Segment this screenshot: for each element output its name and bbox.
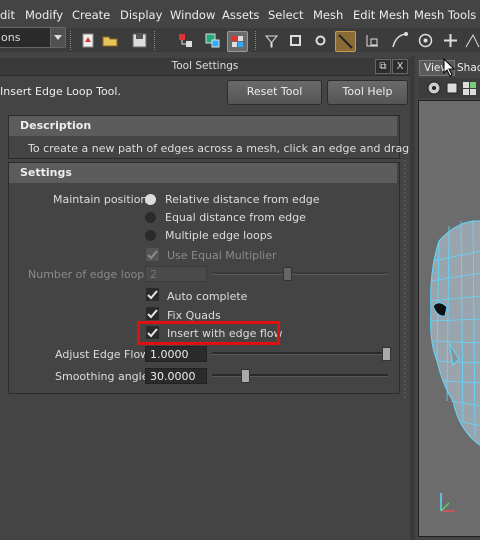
viewport-shading-menu[interactable]: Shad (457, 62, 480, 74)
description-title: Description (20, 119, 92, 132)
num-loops-slider[interactable] (212, 272, 388, 275)
menu-select[interactable]: Select (268, 8, 303, 22)
radio-multiple-label: Multiple edge loops (165, 229, 273, 242)
radio-relative[interactable] (145, 194, 156, 205)
use-equal-multiplier-label: Use Equal Multiplier (167, 249, 277, 262)
curve-tool-icon[interactable] (390, 31, 409, 50)
tool-name: Insert Edge Loop Tool. (0, 85, 121, 98)
radio-equal[interactable] (145, 212, 156, 223)
camera-icon[interactable] (426, 80, 442, 96)
num-loops-label: Number of edge loops: (28, 268, 154, 281)
menu-bar: dit Modify Create Display Window Assets … (0, 0, 480, 28)
tool-settings-titlebar: Tool Settings (0, 58, 410, 76)
select-face-icon[interactable] (363, 31, 382, 50)
toolbar-separator (154, 31, 158, 50)
num-loops-field[interactable]: 2 (145, 266, 207, 282)
new-scene-icon[interactable] (78, 31, 97, 50)
viewport-icon-bar (418, 78, 480, 98)
snap-grid-icon[interactable] (463, 31, 480, 50)
smoothing-angle-field[interactable]: 30.0000 (145, 368, 207, 384)
menu-display[interactable]: Display (120, 8, 162, 22)
num-loops-slider-thumb[interactable] (283, 267, 293, 281)
menu-set-dropdown[interactable]: ons (0, 27, 66, 48)
tool-help-button[interactable]: Tool Help (327, 80, 408, 105)
smoothing-angle-slider[interactable] (212, 374, 388, 377)
description-text: To create a new path of edges across a m… (28, 142, 413, 155)
radio-equal-label: Equal distance from edge (165, 211, 306, 224)
highlight-box (137, 321, 280, 345)
select-vertex-icon[interactable] (286, 31, 305, 50)
float-panel-icon[interactable]: ⧉ (375, 59, 391, 74)
chevron-down-icon[interactable] (50, 28, 65, 47)
display-icon[interactable] (445, 80, 459, 96)
use-equal-multiplier-checkbox[interactable] (146, 248, 159, 261)
snap-plus-icon[interactable] (441, 31, 460, 50)
maintain-position-label: Maintain position: (53, 193, 152, 206)
grid-display-icon[interactable] (462, 80, 478, 96)
checkmark-icon (147, 290, 158, 300)
close-panel-button[interactable]: X (392, 59, 408, 74)
menu-create[interactable]: Create (72, 8, 110, 22)
menu-edit-mesh[interactable]: Edit Mesh (353, 8, 409, 22)
reset-tool-button[interactable]: Reset Tool (227, 80, 322, 105)
adjust-edge-flow-field[interactable]: 1.0000 (145, 346, 207, 362)
menu-window[interactable]: Window (170, 8, 215, 22)
auto-complete-label: Auto complete (167, 290, 248, 303)
toolbar-separator (70, 31, 74, 50)
select-hierarchy-icon[interactable] (176, 31, 195, 50)
save-scene-icon[interactable] (130, 31, 149, 50)
toolbar-separator (255, 31, 259, 50)
smoothing-angle-slider-thumb[interactable] (240, 369, 250, 383)
filter-icon[interactable] (262, 31, 281, 50)
adjust-edge-flow-slider-thumb[interactable] (382, 347, 391, 361)
checkmark-icon (147, 250, 158, 260)
open-folder-icon[interactable] (101, 31, 120, 50)
adjust-edge-flow-label: Adjust Edge Flow (55, 348, 150, 361)
menu-edit[interactable]: dit (0, 8, 15, 22)
settings-title: Settings (20, 166, 72, 179)
menu-modify[interactable]: Modify (25, 8, 63, 22)
tool-settings-title: Tool Settings (171, 60, 239, 72)
smoothing-angle-label: Smoothing angle: (55, 370, 153, 383)
scrollbar[interactable] (402, 160, 408, 400)
fix-quads-checkbox[interactable] (146, 307, 159, 320)
auto-complete-checkbox[interactable] (146, 288, 159, 301)
target-icon[interactable] (416, 31, 435, 50)
select-object-icon[interactable] (203, 31, 222, 50)
axis-gizmo-icon (440, 493, 455, 512)
radio-relative-label: Relative distance from edge (165, 193, 320, 206)
select-edge-icon[interactable] (335, 31, 356, 52)
menu-mesh-tools[interactable]: Mesh Tools (414, 8, 476, 22)
select-component-icon[interactable] (227, 31, 248, 52)
menu-mesh[interactable]: Mesh (313, 8, 343, 22)
adjust-edge-flow-slider[interactable] (212, 352, 388, 355)
head-mesh-icon (429, 219, 480, 512)
menu-set-value: ons (1, 31, 21, 44)
menu-assets[interactable]: Assets (222, 8, 259, 22)
viewport-3d[interactable] (418, 100, 480, 537)
settings-header[interactable]: Settings (9, 163, 397, 183)
radio-multiple[interactable] (145, 230, 156, 241)
select-point-icon[interactable] (311, 31, 330, 50)
description-header[interactable]: Description (9, 116, 397, 136)
checkmark-icon (147, 309, 158, 319)
